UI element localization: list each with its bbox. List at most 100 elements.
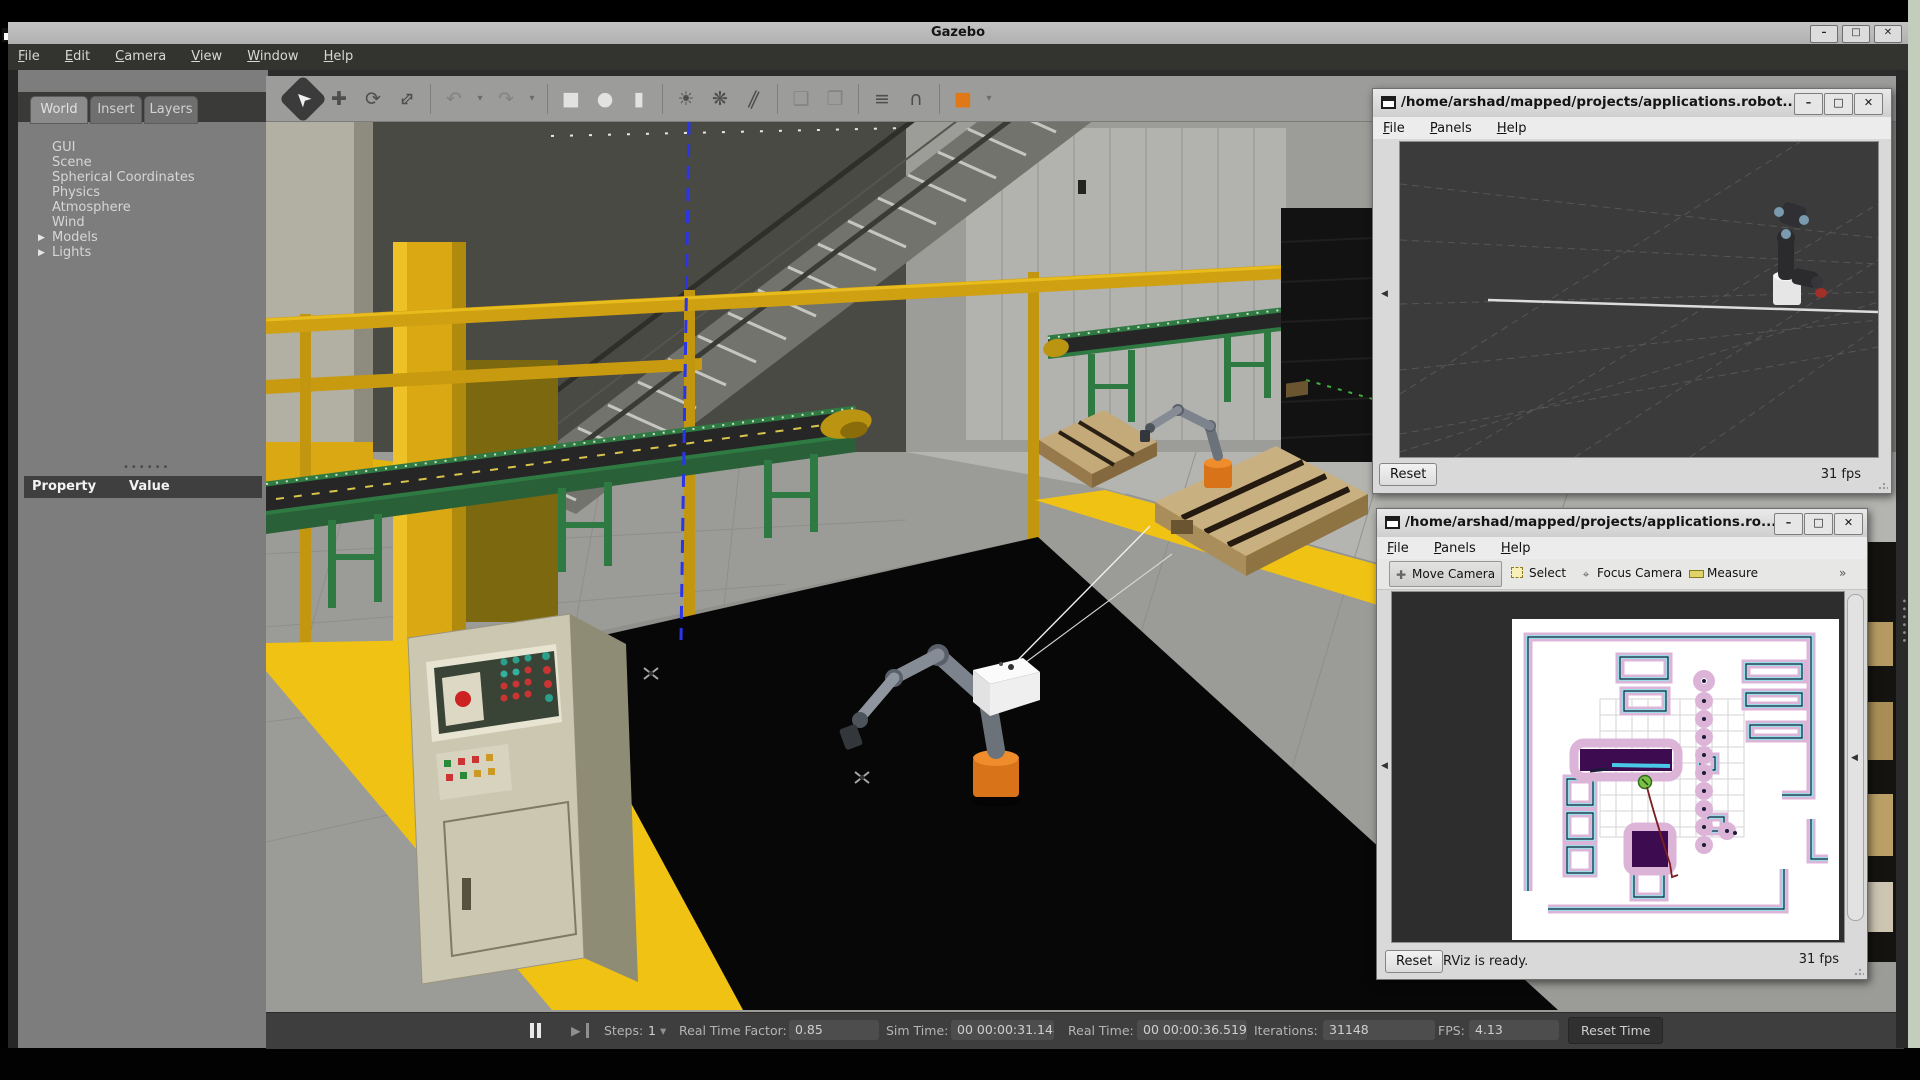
- rviz1-grid-scene: [1400, 142, 1878, 457]
- title-bar[interactable]: Gazebo – □ ✕: [8, 22, 1908, 44]
- snap-tool-button[interactable]: ∩: [901, 84, 931, 114]
- rviz1-title: /home/arshad/mapped/projects/application…: [1401, 94, 1798, 110]
- tab-world[interactable]: World: [30, 96, 88, 124]
- menu-file[interactable]: File: [1373, 118, 1415, 139]
- tree-item-wind[interactable]: Wind: [52, 215, 85, 230]
- tab-insert[interactable]: Insert: [90, 96, 142, 124]
- yellow-pillar-shade: [452, 242, 466, 662]
- menu-help[interactable]: Help: [1491, 538, 1541, 559]
- close-button[interactable]: ✕: [1834, 513, 1863, 535]
- steps-caret-icon[interactable]: ▾: [660, 1023, 666, 1038]
- tree-item-lights[interactable]: Lights: [52, 245, 91, 260]
- tree-item-models[interactable]: Models: [52, 230, 98, 245]
- directional-light-button[interactable]: ∥: [734, 79, 774, 119]
- panel-splitter-handle[interactable]: ••••••: [123, 462, 170, 473]
- translate-tool-button[interactable]: ✚: [324, 84, 354, 114]
- undo-button[interactable]: ↶: [439, 84, 469, 114]
- rtf-label: Real Time Factor:: [679, 1023, 787, 1038]
- move-camera-tool[interactable]: ✚ Move Camera: [1389, 561, 1502, 587]
- menu-edit[interactable]: Edit: [55, 44, 100, 69]
- focus-camera-tool[interactable]: ⌖ Focus Camera: [1575, 561, 1673, 587]
- collapse-panel-arrow-icon[interactable]: ◀: [1381, 289, 1388, 299]
- steps-value[interactable]: 1: [648, 1023, 656, 1038]
- menu-view[interactable]: View: [181, 44, 232, 69]
- close-button[interactable]: ✕: [1854, 93, 1883, 115]
- point-light-button[interactable]: ☀: [671, 84, 701, 114]
- view-angle-caret-icon[interactable]: ▾: [982, 84, 996, 114]
- insert-box-button[interactable]: ■: [556, 84, 586, 114]
- collapse-panel-arrow-icon[interactable]: ◀: [1381, 761, 1388, 771]
- maximize-button[interactable]: □: [1842, 25, 1870, 43]
- measure-tool[interactable]: Measure: [1685, 561, 1757, 587]
- insert-sphere-button[interactable]: ●: [590, 84, 620, 114]
- minimize-button[interactable]: –: [1810, 25, 1838, 43]
- close-button[interactable]: ✕: [1874, 25, 1902, 43]
- tree-item-scene[interactable]: Scene: [52, 155, 92, 170]
- desktop-bottom-strip: [0, 1048, 1920, 1080]
- insert-cylinder-button[interactable]: ▮: [624, 84, 654, 114]
- view-angle-button[interactable]: ■: [948, 84, 978, 114]
- toolbar-separator: [777, 84, 778, 114]
- maximize-button[interactable]: □: [1824, 93, 1853, 115]
- pause-button[interactable]: [530, 1023, 534, 1038]
- menu-file[interactable]: File: [8, 44, 50, 69]
- focus-camera-icon: ⌖: [1579, 567, 1593, 581]
- rviz1-menu-bar: File Panels Help: [1373, 117, 1891, 139]
- tab-layers[interactable]: Layers: [144, 96, 198, 124]
- menu-help[interactable]: Help: [1487, 118, 1537, 139]
- real-time-value: 00 00:00:36.519: [1137, 1020, 1247, 1040]
- tree-item-physics[interactable]: Physics: [52, 185, 100, 200]
- tree-item-spherical-coordinates[interactable]: Spherical Coordinates: [52, 170, 195, 185]
- rviz2-right-collapse-strip[interactable]: ◀: [1847, 594, 1864, 921]
- align-tool-button[interactable]: ≡: [867, 84, 897, 114]
- menu-file[interactable]: File: [1377, 538, 1419, 559]
- minimize-button[interactable]: –: [1794, 93, 1823, 115]
- control-cabinet: [408, 614, 638, 984]
- rotate-tool-button[interactable]: ⟳: [358, 84, 388, 114]
- rviz1-3d-view[interactable]: [1399, 141, 1879, 458]
- toolbar-separator: [939, 84, 940, 114]
- step-button-bar[interactable]: [586, 1023, 589, 1038]
- redo-menu-caret-icon[interactable]: ▾: [525, 84, 539, 114]
- redo-button[interactable]: ↷: [491, 84, 521, 114]
- lights-expander-icon[interactable]: ▶: [38, 248, 45, 258]
- rviz2-title-bar[interactable]: /home/arshad/mapped/projects/application…: [1377, 509, 1867, 538]
- select-tool[interactable]: Select: [1507, 561, 1563, 587]
- rviz2-toolbar: ✚ Move Camera Select ⌖ Focus Camera Meas…: [1377, 559, 1867, 590]
- tree-item-gui[interactable]: GUI: [52, 140, 75, 155]
- menu-panels[interactable]: Panels: [1424, 538, 1486, 559]
- rviz1-title-bar[interactable]: /home/arshad/mapped/projects/application…: [1373, 89, 1891, 118]
- maximize-button[interactable]: □: [1804, 513, 1833, 535]
- resize-grip[interactable]: [1854, 966, 1864, 976]
- step-button[interactable]: ▶: [571, 1023, 581, 1038]
- rviz1-reset-button[interactable]: Reset: [1379, 463, 1437, 486]
- copy-button[interactable]: ❏: [786, 84, 816, 114]
- select-tool-button[interactable]: ➤: [279, 74, 327, 122]
- tree-item-atmosphere[interactable]: Atmosphere: [52, 200, 131, 215]
- rviz2-title: /home/arshad/mapped/projects/application…: [1405, 514, 1776, 530]
- menu-panels[interactable]: Panels: [1420, 118, 1482, 139]
- rviz-window-2: /home/arshad/mapped/projects/application…: [1376, 508, 1868, 980]
- toolbar-separator: [430, 84, 431, 114]
- paste-button[interactable]: ❐: [820, 84, 850, 114]
- pause-button[interactable]: [537, 1023, 541, 1038]
- reset-time-button[interactable]: Reset Time: [1568, 1017, 1663, 1044]
- property-column-header: Property: [32, 479, 96, 494]
- minimize-button[interactable]: –: [1774, 513, 1803, 535]
- scale-tool-button[interactable]: ⇔: [386, 77, 428, 119]
- menu-camera[interactable]: Camera: [105, 44, 176, 69]
- rviz2-map-view[interactable]: [1391, 591, 1845, 943]
- undo-menu-caret-icon[interactable]: ▾: [473, 84, 487, 114]
- models-expander-icon[interactable]: ▶: [38, 233, 45, 243]
- toolbar-overflow-chevron[interactable]: »: [1817, 561, 1847, 587]
- menu-window[interactable]: Window: [237, 44, 308, 69]
- sim-time-label: Sim Time:: [886, 1023, 948, 1038]
- rviz2-reset-button[interactable]: Reset: [1385, 950, 1443, 973]
- move-camera-label: Move Camera: [1412, 567, 1495, 581]
- right-splitter-handle[interactable]: ••••••: [1898, 598, 1909, 645]
- menu-help[interactable]: Help: [314, 44, 364, 69]
- resize-grip[interactable]: [1878, 480, 1888, 490]
- spot-light-button[interactable]: ❋: [705, 84, 735, 114]
- door-handle: [1078, 180, 1086, 194]
- desktop-right-sliver: [1908, 0, 1920, 1080]
